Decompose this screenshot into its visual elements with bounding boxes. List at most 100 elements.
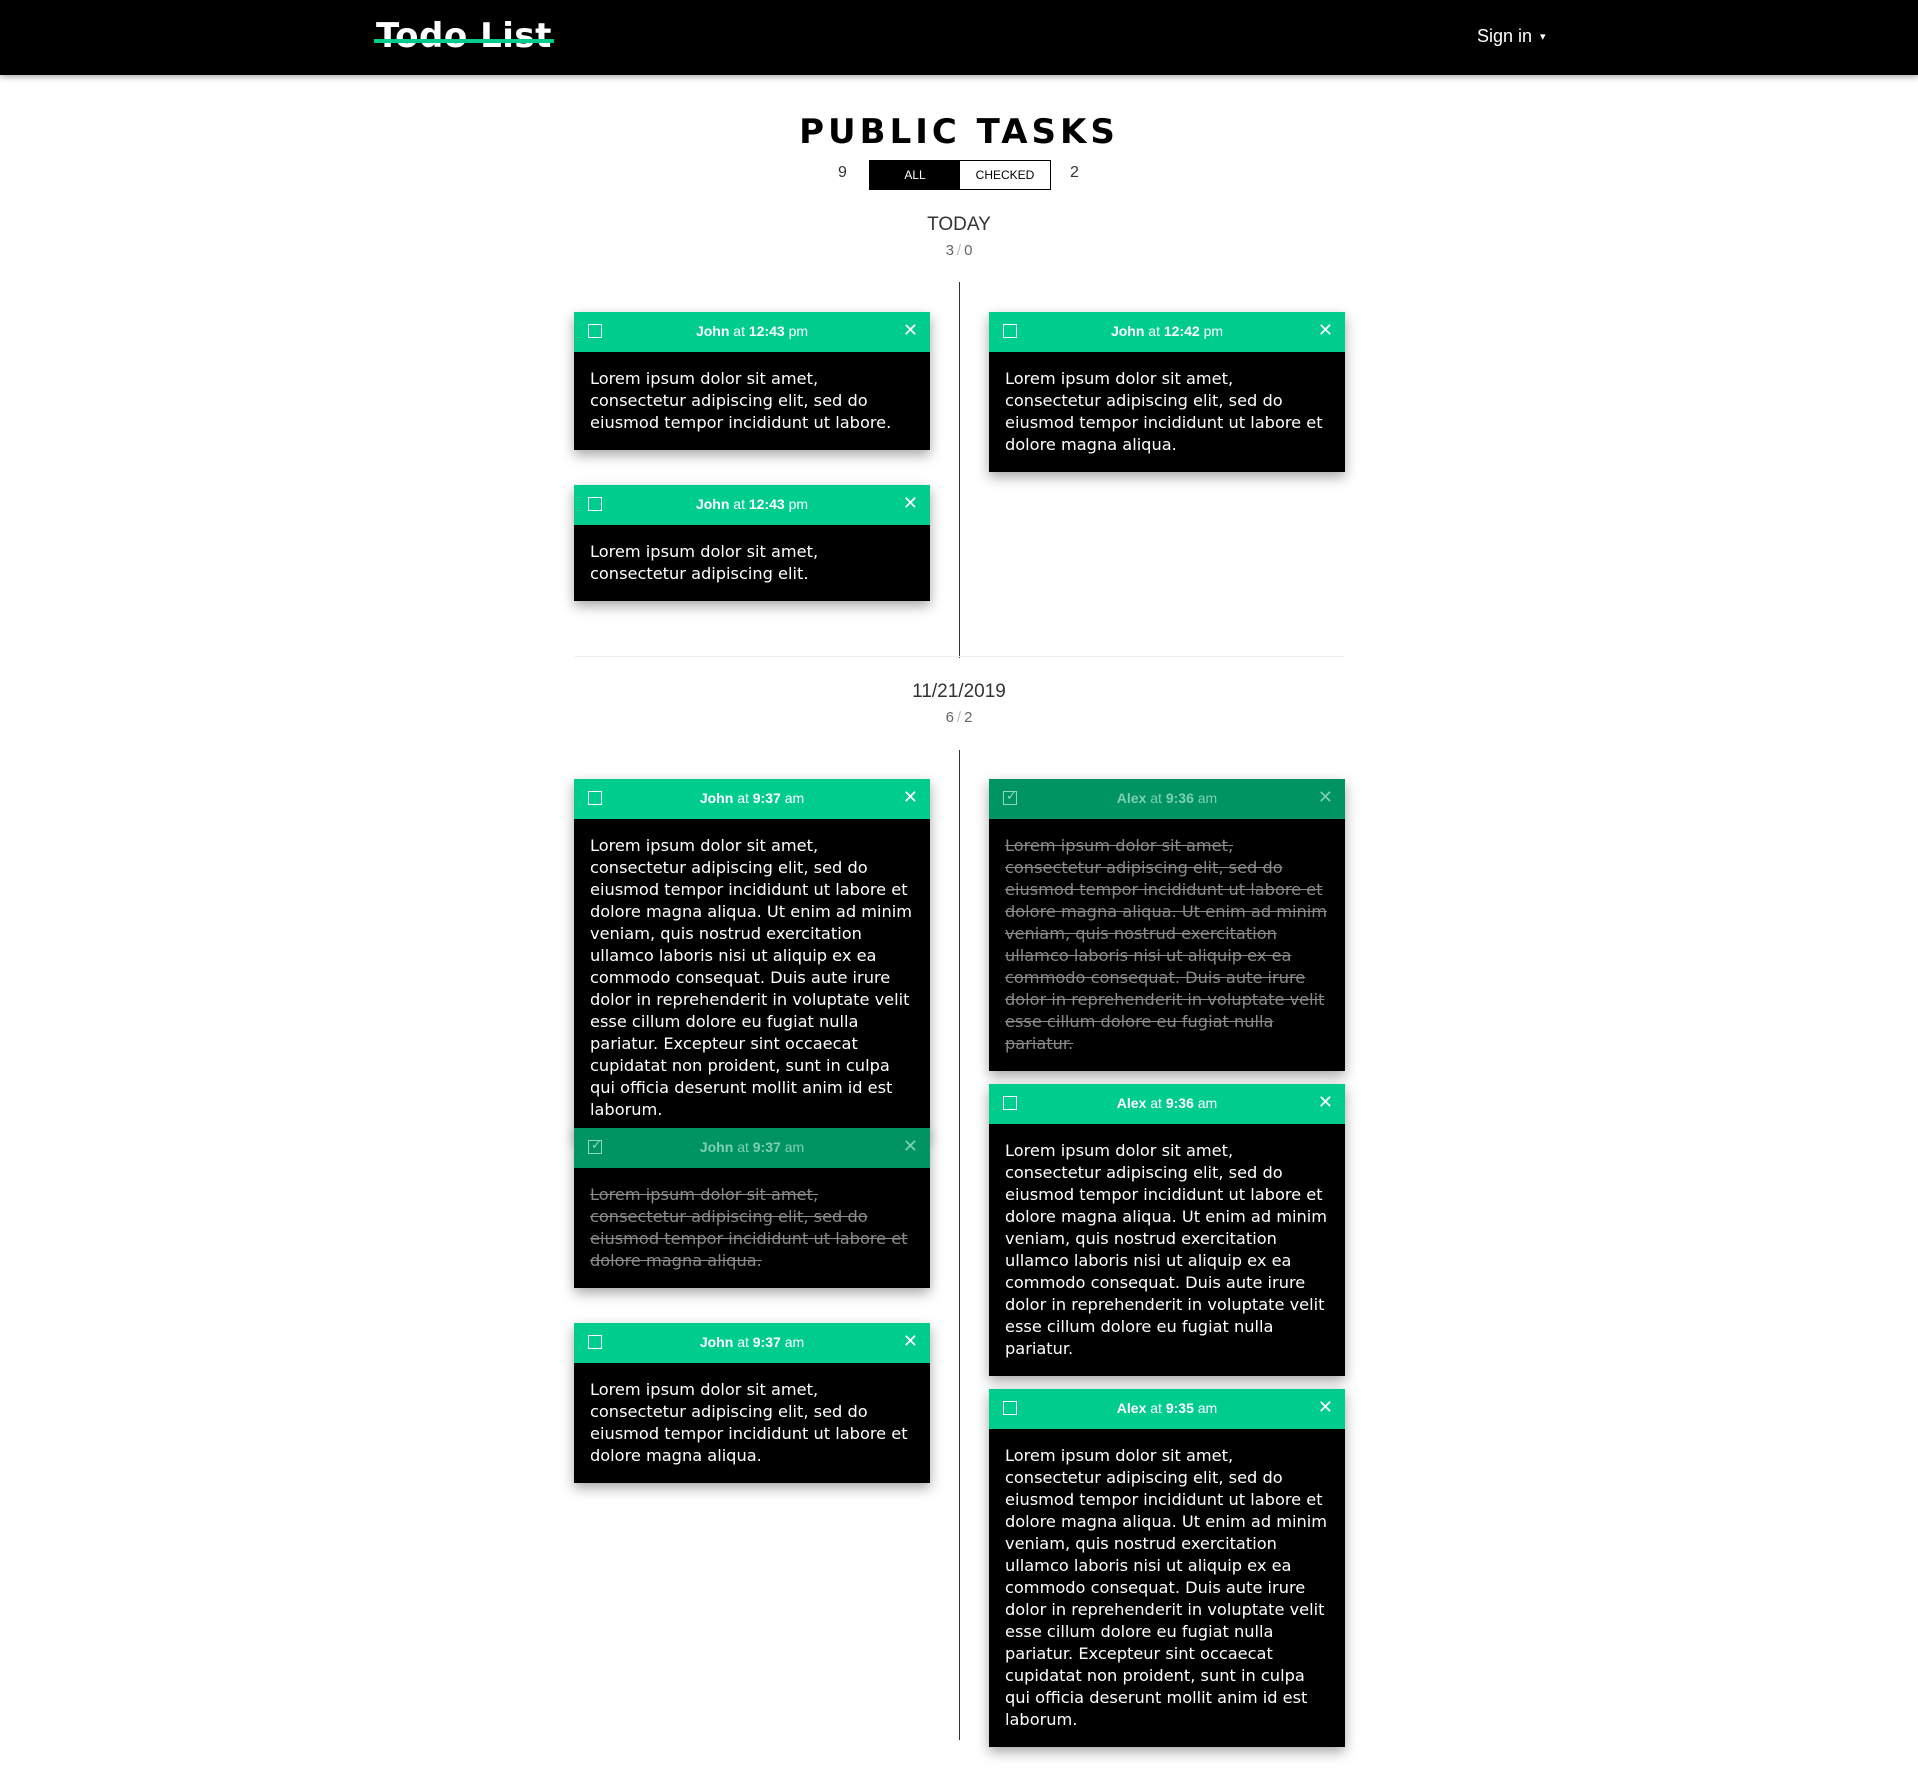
- close-icon[interactable]: ✕: [1318, 320, 1333, 341]
- page-title: PUBLIC TASKS: [799, 112, 1119, 152]
- task-card-header: John at 9:37 am ✕: [574, 1323, 930, 1363]
- close-icon[interactable]: ✕: [903, 1331, 918, 1352]
- checkbox-icon[interactable]: [1003, 324, 1017, 338]
- checkbox-icon[interactable]: [588, 791, 602, 805]
- task-author: Alex: [1116, 1095, 1147, 1111]
- close-icon[interactable]: ✕: [903, 1136, 918, 1157]
- task-text: Lorem ipsum dolor sit amet, consectetur …: [989, 1124, 1345, 1376]
- close-icon[interactable]: ✕: [903, 320, 918, 341]
- logo[interactable]: Todo List: [374, 16, 554, 56]
- task-at: at: [737, 1334, 749, 1350]
- task-card: John at 12:42 pm ✕ Lorem ipsum dolor sit a…: [989, 312, 1345, 472]
- task-ampm: pm: [1203, 323, 1224, 339]
- group-date-label: 11/21/2019: [912, 681, 1006, 702]
- task-author: John: [699, 1334, 734, 1350]
- sign-in-dropdown[interactable]: Sign in ▾: [1477, 26, 1546, 47]
- task-at: at: [737, 1139, 749, 1155]
- task-author: John: [699, 790, 734, 806]
- group-checked: 0: [964, 242, 973, 259]
- group-total: 6: [945, 709, 954, 726]
- task-time: 12:43: [748, 323, 785, 339]
- task-text: Lorem ipsum dolor sit amet, consectetur …: [574, 352, 930, 450]
- check-icon: ✓: [1006, 788, 1017, 803]
- group-date-label: TODAY: [927, 214, 991, 235]
- task-author: Alex: [1116, 790, 1147, 806]
- task-author: John: [1110, 323, 1145, 339]
- task-ampm: am: [1197, 790, 1218, 806]
- task-ampm: am: [784, 1139, 805, 1155]
- task-text: Lorem ipsum dolor sit amet, consectetur …: [574, 1168, 930, 1288]
- task-author: Alex: [1116, 1400, 1147, 1416]
- checkbox-icon[interactable]: [1003, 1401, 1017, 1415]
- task-card-header: John at 12:42 pm ✕: [989, 312, 1345, 352]
- task-author: John: [699, 1139, 734, 1155]
- group-counts: 6/2: [945, 709, 973, 726]
- task-meta: John at 12:43 pm: [614, 496, 890, 512]
- filter-checked-button[interactable]: CHECKED: [960, 161, 1050, 189]
- close-icon[interactable]: ✕: [903, 787, 918, 808]
- task-ampm: pm: [788, 323, 809, 339]
- task-meta: John at 9:37 am: [614, 1334, 890, 1350]
- group-counts: 3/0: [945, 242, 973, 259]
- checkbox-icon[interactable]: [588, 497, 602, 511]
- task-meta: Alex at 9:35 am: [1029, 1400, 1305, 1416]
- task-meta: John at 12:43 pm: [614, 323, 890, 339]
- timeline-divider: [959, 282, 960, 658]
- checked-count: 2: [1070, 164, 1079, 181]
- task-card-header: John at 9:37 am ✕: [574, 779, 930, 819]
- task-time: 9:36: [1165, 1095, 1194, 1111]
- top-navbar: Todo List Sign in ▾: [0, 0, 1918, 75]
- group-separator: [574, 656, 1344, 657]
- close-icon[interactable]: ✕: [1318, 787, 1333, 808]
- task-card: ✓ John at 9:37 am ✕ Lorem ipsum dolor sit a…: [574, 1128, 930, 1288]
- filter-all-button[interactable]: ALL: [870, 161, 960, 189]
- task-at: at: [1148, 323, 1160, 339]
- task-meta: John at 9:37 am: [614, 790, 890, 806]
- task-meta: Alex at 9:36 am: [1029, 790, 1305, 806]
- task-card: John at 12:43 pm ✕ Lorem ipsum dolor sit a…: [574, 485, 930, 601]
- task-at: at: [1150, 790, 1162, 806]
- sign-in-label: Sign in: [1477, 26, 1533, 46]
- task-at: at: [1150, 1400, 1162, 1416]
- task-ampm: am: [1197, 1095, 1218, 1111]
- total-count: 9: [838, 164, 847, 181]
- caret-down-icon: ▾: [1540, 31, 1546, 43]
- task-time: 12:43: [748, 496, 785, 512]
- group-checked: 2: [964, 709, 973, 726]
- task-card-header: John at 12:43 pm ✕: [574, 312, 930, 352]
- task-card: John at 9:37 am ✕ Lorem ipsum dolor sit am…: [574, 779, 930, 1137]
- task-time: 12:42: [1163, 323, 1200, 339]
- task-card: John at 9:37 am ✕ Lorem ipsum dolor sit am…: [574, 1323, 930, 1483]
- task-text: Lorem ipsum dolor sit amet, consectetur …: [574, 819, 930, 1137]
- checkbox-icon[interactable]: ✓: [1003, 788, 1017, 805]
- task-author: John: [695, 323, 730, 339]
- checkbox-icon[interactable]: [588, 1335, 602, 1349]
- close-icon[interactable]: ✕: [1318, 1397, 1333, 1418]
- task-at: at: [733, 496, 745, 512]
- task-time: 9:37: [752, 1334, 781, 1350]
- task-card: ✓ Alex at 9:36 am ✕ Lorem ipsum dolor sit a…: [989, 779, 1345, 1071]
- task-text: Lorem ipsum dolor sit amet, consectetur …: [989, 819, 1345, 1071]
- check-icon: ✓: [591, 1137, 602, 1152]
- task-text: Lorem ipsum dolor sit amet, consectetur …: [989, 352, 1345, 472]
- task-time: 9:35: [1165, 1400, 1194, 1416]
- task-card-header: Alex at 9:35 am ✕: [989, 1389, 1345, 1429]
- checkbox-icon[interactable]: ✓: [588, 1137, 602, 1154]
- task-meta: John at 12:42 pm: [1029, 323, 1305, 339]
- checkbox-icon[interactable]: [1003, 1096, 1017, 1110]
- task-at: at: [737, 790, 749, 806]
- logo-text: Todo List: [376, 16, 552, 56]
- close-icon[interactable]: ✕: [903, 493, 918, 514]
- task-card: Alex at 9:35 am ✕ Lorem ipsum dolor sit am…: [989, 1389, 1345, 1747]
- task-meta: Alex at 9:36 am: [1029, 1095, 1305, 1111]
- task-text: Lorem ipsum dolor sit amet, consectetur …: [574, 1363, 930, 1483]
- checkbox-icon[interactable]: [588, 324, 602, 338]
- group-total: 3: [945, 242, 954, 259]
- task-card-header: John at 12:43 pm ✕: [574, 485, 930, 525]
- task-card: Alex at 9:36 am ✕ Lorem ipsum dolor sit am…: [989, 1084, 1345, 1376]
- close-icon[interactable]: ✕: [1318, 1092, 1333, 1113]
- task-time: 9:37: [752, 1139, 781, 1155]
- task-text: Lorem ipsum dolor sit amet, consectetur …: [574, 525, 930, 601]
- task-time: 9:37: [752, 790, 781, 806]
- task-at: at: [1150, 1095, 1162, 1111]
